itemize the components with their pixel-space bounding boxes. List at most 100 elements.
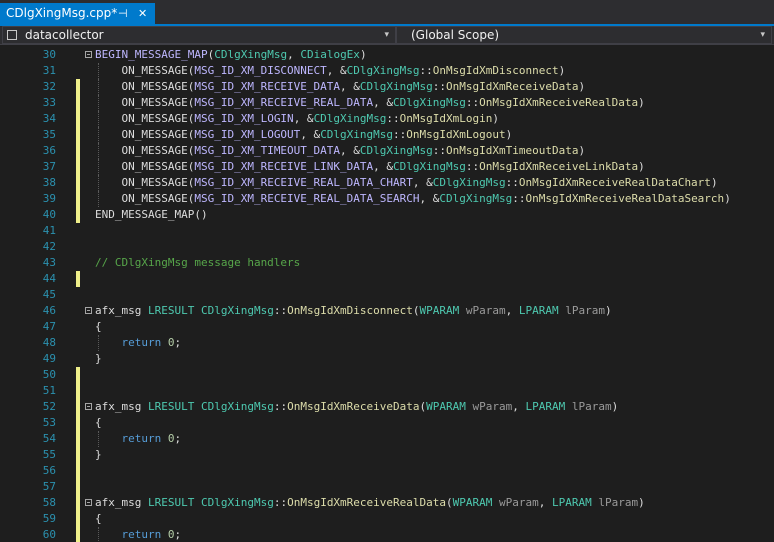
code-token: OnMsgIdXmLogout: [406, 128, 506, 141]
chevron-down-icon[interactable]: ▾: [760, 27, 765, 43]
code-text: ON_MESSAGE(MSG_ID_XM_RECEIVE_LINK_DATA, …: [95, 159, 644, 175]
code-token: ): [505, 128, 513, 141]
code-line[interactable]: 40 END_MESSAGE_MAP(): [0, 207, 774, 223]
code-token: ): [638, 496, 645, 509]
code-line[interactable]: 31 ON_MESSAGE(MSG_ID_XM_DISCONNECT, &CDl…: [0, 63, 774, 79]
code-text: // CDlgXingMsg message handlers: [95, 255, 300, 271]
line-number: 58: [42, 496, 56, 509]
code-token: ): [611, 400, 619, 413]
code-token: OnMsgIdXmDisconnect: [432, 64, 559, 77]
code-line[interactable]: 43 // CDlgXingMsg message handlers: [0, 255, 774, 271]
code-token: CDlgXingMsg: [432, 176, 506, 189]
code-line[interactable]: 46 afx_msg LRESULT CDlgXingMsg::OnMsgIdXm…: [0, 303, 774, 319]
code-text: }: [95, 351, 102, 367]
code-line[interactable]: 59 {: [0, 511, 774, 527]
code-line[interactable]: 34 ON_MESSAGE(MSG_ID_XM_LOGIN, &CDlgXing…: [0, 111, 774, 127]
code-text: ON_MESSAGE(MSG_ID_XM_LOGIN, &CDlgXingMsg…: [95, 111, 499, 127]
code-token: OnMsgIdXmReceiveData: [446, 80, 579, 93]
code-token: CDlgXingMsg: [313, 112, 387, 125]
change-marker: [76, 495, 80, 511]
document-tab[interactable]: CDlgXingMsg.cpp* ⊣ ✕: [0, 3, 155, 24]
code-line[interactable]: 48 return 0;: [0, 335, 774, 351]
line-number: 54: [42, 432, 56, 445]
code-token: , &: [373, 96, 394, 109]
collapse-icon[interactable]: [85, 499, 92, 506]
code-line[interactable]: 54 return 0;: [0, 431, 774, 447]
code-line[interactable]: 44: [0, 271, 774, 287]
line-number: 41: [42, 224, 56, 237]
change-marker: [76, 207, 80, 223]
code-line[interactable]: 55}: [0, 447, 774, 463]
code-line[interactable]: 30 BEGIN_MESSAGE_MAP(CDlgXingMsg, CDialog…: [0, 47, 774, 63]
project-dropdown[interactable]: datacollector ▾: [2, 26, 396, 44]
code-line[interactable]: 50: [0, 367, 774, 383]
code-text: }: [95, 447, 102, 463]
change-marker: [76, 191, 80, 207]
code-token: , &: [293, 112, 314, 125]
code-token: OnMsgIdXmReceiveRealDataSearch: [525, 192, 725, 205]
code-line[interactable]: 45: [0, 287, 774, 303]
close-icon[interactable]: ✕: [138, 3, 147, 24]
code-text: ON_MESSAGE(MSG_ID_XM_DISCONNECT, &CDlgXi…: [95, 63, 565, 79]
code-token: LPARAM: [518, 304, 559, 317]
code-line[interactable]: 38 ON_MESSAGE(MSG_ID_XM_RECEIVE_REAL_DAT…: [0, 175, 774, 191]
code-line[interactable]: 47 {: [0, 319, 774, 335]
code-token: afx_msg: [95, 304, 148, 317]
code-token: MSG_ID_XM_LOGIN: [194, 112, 294, 125]
scope-dropdown[interactable]: (Global Scope) ▾: [396, 26, 772, 44]
collapse-icon[interactable]: [85, 403, 92, 410]
code-line[interactable]: 51: [0, 383, 774, 399]
line-number: 51: [42, 384, 56, 397]
code-line[interactable]: 56: [0, 463, 774, 479]
code-line[interactable]: 37 ON_MESSAGE(MSG_ID_XM_RECEIVE_LINK_DAT…: [0, 159, 774, 175]
code-text: END_MESSAGE_MAP(): [95, 207, 208, 223]
code-line[interactable]: 42: [0, 239, 774, 255]
code-line[interactable]: 49}: [0, 351, 774, 367]
line-number: 52: [42, 400, 56, 413]
code-editor[interactable]: 30 BEGIN_MESSAGE_MAP(CDlgXingMsg, CDialog…: [0, 45, 774, 542]
code-token: {: [95, 320, 102, 333]
change-marker: [76, 511, 80, 527]
code-token: ): [359, 48, 367, 61]
change-marker: [76, 479, 80, 495]
code-line[interactable]: 53 {: [0, 415, 774, 431]
code-line[interactable]: 33 ON_MESSAGE(MSG_ID_XM_RECEIVE_REAL_DAT…: [0, 95, 774, 111]
change-marker: [76, 79, 80, 95]
change-marker: [76, 399, 80, 415]
line-number: 60: [42, 528, 56, 541]
line-number: 50: [42, 368, 56, 381]
code-line[interactable]: 39 ON_MESSAGE(MSG_ID_XM_RECEIVE_REAL_DAT…: [0, 191, 774, 207]
pin-icon[interactable]: ⊣: [118, 3, 128, 24]
code-text: ON_MESSAGE(MSG_ID_XM_RECEIVE_REAL_DATA, …: [95, 95, 645, 111]
code-line[interactable]: 57: [0, 479, 774, 495]
code-line[interactable]: 60 return 0;: [0, 527, 774, 542]
code-token: 0: [167, 336, 175, 349]
code-line[interactable]: 58 afx_msg LRESULT CDlgXingMsg::OnMsgIdXm…: [0, 495, 774, 511]
code-token: OnMsgIdXmLogin: [399, 112, 493, 125]
code-token: ;: [174, 432, 182, 445]
code-token: ): [638, 96, 645, 109]
line-number: 53: [42, 416, 56, 429]
chevron-down-icon[interactable]: ▾: [384, 27, 389, 43]
change-marker: [76, 415, 80, 431]
collapse-icon[interactable]: [85, 51, 92, 58]
code-token: CDialogEx: [300, 48, 360, 61]
collapse-icon[interactable]: [85, 307, 92, 314]
code-text: return 0;: [95, 335, 182, 351]
change-marker: [76, 143, 80, 159]
line-number: 40: [42, 208, 56, 221]
code-line[interactable]: 41: [0, 223, 774, 239]
change-marker: [76, 383, 80, 399]
code-token: ON_MESSAGE(: [95, 192, 195, 205]
code-line[interactable]: 52 afx_msg LRESULT CDlgXingMsg::OnMsgIdXm…: [0, 399, 774, 415]
code-line[interactable]: 32 ON_MESSAGE(MSG_ID_XM_RECEIVE_DATA, &C…: [0, 79, 774, 95]
code-line[interactable]: 36 ON_MESSAGE(MSG_ID_XM_TIMEOUT_DATA, &C…: [0, 143, 774, 159]
code-text: afx_msg LRESULT CDlgXingMsg::OnMsgIdXmRe…: [95, 399, 618, 415]
change-marker: [76, 367, 80, 383]
line-number: 36: [42, 144, 56, 157]
code-line[interactable]: 35 ON_MESSAGE(MSG_ID_XM_LOGOUT, &CDlgXin…: [0, 127, 774, 143]
